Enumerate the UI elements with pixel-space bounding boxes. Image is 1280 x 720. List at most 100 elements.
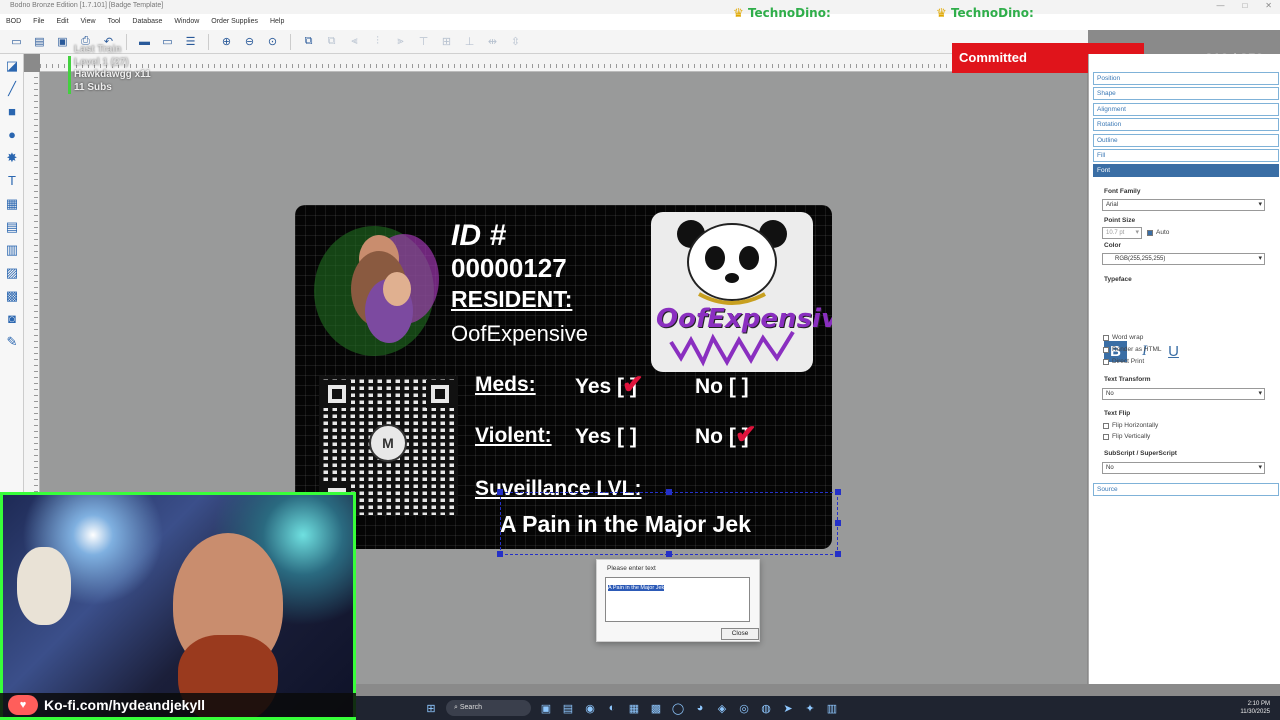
- opera-icon[interactable]: ◯: [669, 699, 687, 717]
- select-tool-icon[interactable]: ◪: [0, 54, 24, 77]
- color-select[interactable]: RGB(255,255,255): [1102, 253, 1265, 265]
- align-middle-icon[interactable]: ⊞: [438, 33, 455, 50]
- zoom-out-icon[interactable]: ⊖: [241, 33, 258, 50]
- text-transform-select[interactable]: No: [1102, 388, 1265, 400]
- rectangle-tool-icon[interactable]: ■: [0, 100, 24, 123]
- ellipse-tool-icon[interactable]: ●: [0, 123, 24, 146]
- zoom-fit-icon[interactable]: ⊙: [264, 33, 281, 50]
- font-family-select[interactable]: Arial: [1102, 199, 1265, 211]
- signature-tool-icon[interactable]: ✎: [0, 330, 24, 353]
- bring-front-icon[interactable]: ⧉: [300, 33, 317, 50]
- discord-icon[interactable]: ◕: [691, 699, 709, 717]
- resize-handle[interactable]: [666, 551, 672, 557]
- barcode-tool-icon[interactable]: ▥: [0, 238, 24, 261]
- list-icon[interactable]: ☰: [182, 33, 199, 50]
- app-icon[interactable]: ➤: [779, 699, 797, 717]
- subs-count-label: 11 Subs: [74, 81, 112, 93]
- flip-vertical-checkbox[interactable]: Flip Vertically: [1103, 433, 1150, 440]
- menu-tool[interactable]: Tool: [108, 14, 121, 30]
- resize-handle[interactable]: [835, 551, 841, 557]
- minimize-icon[interactable]: —: [1216, 0, 1224, 12]
- checkbox-box: [1103, 433, 1109, 440]
- jigsaw-mask-figure: [17, 547, 71, 625]
- taskbar-search[interactable]: ⌕ Search: [446, 700, 531, 716]
- store-icon[interactable]: ▦: [625, 699, 643, 717]
- brand-text-right: TechnoDino:: [950, 6, 1034, 20]
- word-wrap-checkbox[interactable]: Word wrap: [1103, 334, 1143, 341]
- selection-box[interactable]: [500, 492, 838, 555]
- send-back-icon[interactable]: ⧉: [323, 33, 340, 50]
- section-shape[interactable]: Shape: [1093, 87, 1279, 100]
- menu-database[interactable]: Database: [132, 14, 162, 30]
- section-font[interactable]: Font: [1093, 164, 1279, 177]
- maximize-icon[interactable]: □: [1242, 0, 1247, 12]
- checkbox-box: [1147, 229, 1153, 236]
- app-icon[interactable]: ✦: [801, 699, 819, 717]
- clock-time: 2:10 PM: [1247, 701, 1270, 707]
- dialog-close-button[interactable]: Close: [721, 628, 759, 640]
- distribute-v-icon[interactable]: ⇳: [507, 33, 524, 50]
- resize-handle[interactable]: [835, 520, 841, 526]
- align-right-icon[interactable]: ⫸: [392, 33, 409, 50]
- camera-tool-icon[interactable]: ◙: [0, 307, 24, 330]
- section-position[interactable]: Position: [1093, 72, 1279, 85]
- menu-help[interactable]: Help: [270, 14, 284, 30]
- section-rotation[interactable]: Rotation: [1093, 118, 1279, 131]
- open-icon[interactable]: ▤: [31, 33, 48, 50]
- underline-button[interactable]: U: [1162, 341, 1185, 362]
- spotify-icon[interactable]: ◍: [757, 699, 775, 717]
- image-tool-icon[interactable]: ▨: [0, 261, 24, 284]
- badge-app-icon[interactable]: ▥: [823, 699, 841, 717]
- subsup-select[interactable]: No: [1102, 462, 1265, 474]
- star-tool-icon[interactable]: ✸: [0, 146, 24, 169]
- save-icon[interactable]: ▣: [54, 33, 71, 50]
- field-tool-icon[interactable]: ▦: [0, 192, 24, 215]
- section-outline[interactable]: Outline: [1093, 134, 1279, 147]
- direct-print-label: Direct Print: [1112, 358, 1145, 365]
- windows-start-icon[interactable]: ⊞: [422, 699, 440, 717]
- auto-size-checkbox[interactable]: Auto: [1147, 229, 1169, 236]
- new-icon[interactable]: ▭: [8, 33, 25, 50]
- menu-file[interactable]: File: [33, 14, 44, 30]
- picture-tool-icon[interactable]: ▩: [0, 284, 24, 307]
- text-tool-icon[interactable]: T: [0, 169, 24, 192]
- chrome-icon[interactable]: ◉: [581, 699, 599, 717]
- system-tray-clock[interactable]: 2:10 PM 11/30/2025: [1240, 696, 1270, 720]
- zoom-in-icon[interactable]: ⊕: [218, 33, 235, 50]
- resize-handle[interactable]: [835, 489, 841, 495]
- card-back-icon[interactable]: ▭: [159, 33, 176, 50]
- dialog-text-input[interactable]: A Pain in the Major Jek: [605, 577, 750, 622]
- file-explorer-icon[interactable]: ▤: [559, 699, 577, 717]
- app-icon[interactable]: ◈: [713, 699, 731, 717]
- menu-window[interactable]: Window: [174, 14, 199, 30]
- align-left-icon[interactable]: ⫷: [346, 33, 363, 50]
- line-tool-icon[interactable]: ╱: [0, 77, 24, 100]
- align-top-icon[interactable]: ⊤: [415, 33, 432, 50]
- resize-handle[interactable]: [666, 489, 672, 495]
- menu-view[interactable]: View: [81, 14, 96, 30]
- qr-finder: [323, 380, 351, 408]
- align-center-icon[interactable]: ⫶: [369, 33, 386, 50]
- resize-handle[interactable]: [497, 551, 503, 557]
- section-fill[interactable]: Fill: [1093, 149, 1279, 162]
- render-html-checkbox[interactable]: Render as HTML: [1103, 346, 1162, 353]
- distribute-h-icon[interactable]: ⇹: [484, 33, 501, 50]
- align-bottom-icon[interactable]: ⊥: [461, 33, 478, 50]
- widget-icon[interactable]: ▣: [537, 699, 555, 717]
- toolbar-separator: [208, 33, 209, 50]
- section-source[interactable]: Source: [1093, 483, 1279, 496]
- edge-icon[interactable]: ◐: [603, 699, 621, 717]
- close-icon[interactable]: ✕: [1265, 0, 1272, 12]
- point-size-input[interactable]: 10.7 pt: [1102, 227, 1142, 239]
- section-alignment[interactable]: Alignment: [1093, 103, 1279, 116]
- resize-handle[interactable]: [497, 489, 503, 495]
- direct-print-checkbox[interactable]: Direct Print: [1103, 358, 1144, 365]
- steam-icon[interactable]: ◎: [735, 699, 753, 717]
- menu-edit[interactable]: Edit: [56, 14, 68, 30]
- menu-order-supplies[interactable]: Order Supplies: [211, 14, 258, 30]
- flip-horizontal-checkbox[interactable]: Flip Horizontally: [1103, 422, 1158, 429]
- checkbox-box: [1103, 422, 1109, 429]
- calendar-tool-icon[interactable]: ▤: [0, 215, 24, 238]
- app-icon[interactable]: ▩: [647, 699, 665, 717]
- menu-bod[interactable]: BOD: [6, 14, 21, 30]
